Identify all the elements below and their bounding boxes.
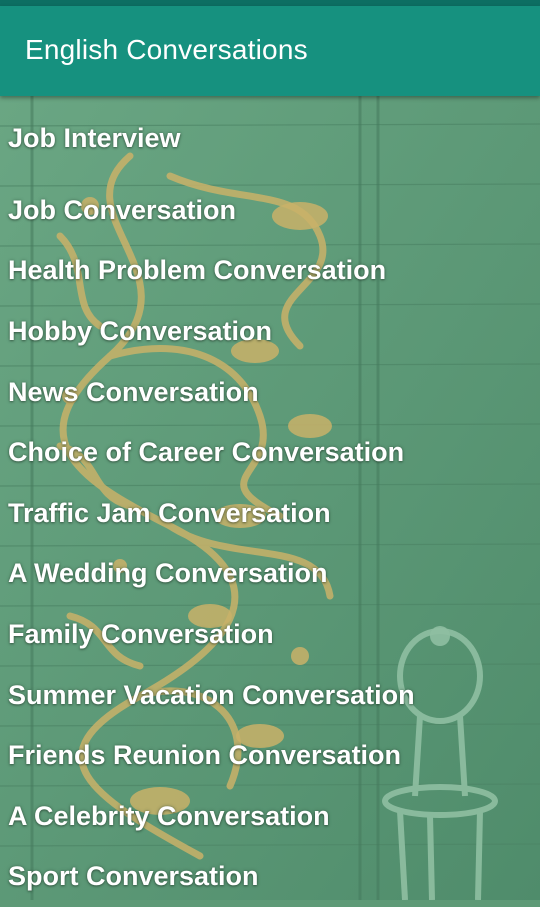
app-bar: English Conversations — [0, 6, 540, 96]
list-item-label: News Conversation — [8, 376, 259, 407]
list-item[interactable]: Traffic Jam Conversation — [0, 483, 540, 544]
list-item[interactable]: A Wedding Conversation — [0, 544, 540, 605]
list-item-label: Summer Vacation Conversation — [8, 679, 415, 710]
list-item-label: Family Conversation — [8, 618, 274, 649]
list-item[interactable]: Sport Conversation — [0, 847, 540, 907]
list-item-label: Health Problem Conversation — [8, 255, 387, 286]
list-item-label: Friends Reunion Conversation — [8, 740, 402, 771]
conversation-list: Job Interview Job Conversation Health Pr… — [0, 96, 540, 907]
list-item[interactable]: Choice of Career Conversation — [0, 422, 540, 483]
list-item[interactable]: Hobby Conversation — [0, 301, 540, 362]
list-item[interactable]: Summer Vacation Conversation — [0, 665, 540, 726]
list-item-label: Traffic Jam Conversation — [8, 497, 331, 528]
list-item[interactable]: A Celebrity Conversation — [0, 786, 540, 847]
list-item[interactable]: Health Problem Conversation — [0, 241, 540, 302]
list-item-label: Choice of Career Conversation — [8, 437, 405, 468]
list-item[interactable]: Job Conversation — [0, 180, 540, 241]
list-item[interactable]: News Conversation — [0, 362, 540, 423]
list-item-label: A Wedding Conversation — [8, 558, 328, 589]
list-item-label: Job Conversation — [8, 194, 237, 225]
list-item-label: Hobby Conversation — [8, 315, 273, 346]
list-item[interactable]: Friends Reunion Conversation — [0, 725, 540, 786]
list-item-label: A Celebrity Conversation — [8, 800, 330, 831]
list-item[interactable]: Family Conversation — [0, 604, 540, 665]
list-item[interactable]: Job Interview — [0, 96, 540, 180]
list-item-label: Job Interview — [8, 122, 181, 153]
app-title: English Conversations — [25, 34, 308, 65]
list-item-label: Sport Conversation — [8, 861, 259, 892]
